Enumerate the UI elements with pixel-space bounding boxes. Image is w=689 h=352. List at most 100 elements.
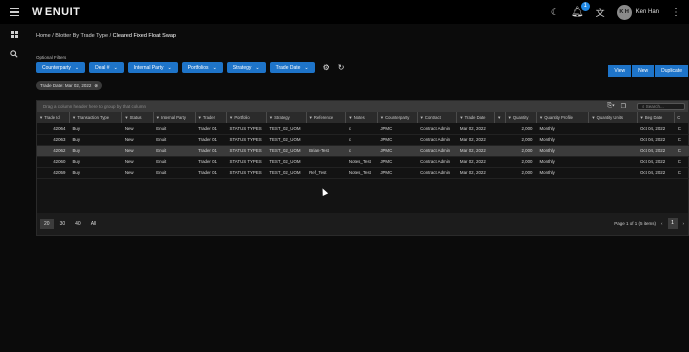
current-page-button[interactable]: 1 xyxy=(667,218,678,229)
chevron-right-icon[interactable]: › xyxy=(683,221,685,226)
table-cell: C xyxy=(674,123,689,135)
page-size-option[interactable]: 40 xyxy=(71,219,85,229)
duplicate-button[interactable]: Duplicate xyxy=(655,65,688,77)
notifications-bell-icon[interactable]: 🔔︎ 1 xyxy=(571,1,590,18)
export-icon[interactable]: ⎘▾ xyxy=(607,103,614,110)
breadcrumb-blotter[interactable]: Blotter By Trade Type xyxy=(55,33,108,39)
table-cell xyxy=(494,156,506,168)
refresh-icon[interactable]: ↻ xyxy=(338,63,345,72)
column-header[interactable]: ▼ Internal Party xyxy=(153,112,196,123)
table-cell xyxy=(306,123,346,135)
menu-icon[interactable] xyxy=(0,0,28,24)
counterparty-filter-button[interactable]: Counterparty ⌄ xyxy=(36,62,86,73)
table-cell: Oct 04, 2022 xyxy=(637,156,675,168)
group-panel[interactable]: Drag a column header here to group by th… xyxy=(37,101,688,112)
table-row[interactable]: 42059 Buy New Enuit Trader 01 STATUS TYPES TES… xyxy=(37,167,689,179)
filter-label: Deal # xyxy=(95,64,110,71)
more-vert-icon[interactable]: ⋮ xyxy=(671,7,681,18)
column-header[interactable]: ▼ Trader xyxy=(195,112,228,123)
grid-search-input[interactable]: ⌕ Search... xyxy=(637,103,685,110)
table-cell: JPMC xyxy=(377,156,418,168)
column-header[interactable]: ▼ Contract xyxy=(417,112,458,123)
table-cell: C xyxy=(674,156,689,168)
column-header[interactable]: C xyxy=(674,112,689,123)
chevron-left-icon[interactable]: ‹ xyxy=(661,221,663,226)
trade-date-chip[interactable]: Trade Date: Mar 02, 2022 ⊗ xyxy=(36,81,103,90)
grid-tools: ⎘▾ ❐ xyxy=(607,103,626,110)
page-size-option[interactable]: 30 xyxy=(56,219,70,229)
column-header[interactable]: ▼ Trade Id xyxy=(37,112,70,123)
strategy-filter-button[interactable]: Strategy ⌄ xyxy=(226,62,266,73)
table-cell: Contract Admin xyxy=(417,123,457,135)
table-cell xyxy=(588,167,638,179)
table-cell: Mar 02, 2022 xyxy=(456,145,495,157)
table-cell xyxy=(306,134,346,146)
filter-label: Internal Party xyxy=(133,64,164,71)
table-cell: New xyxy=(121,156,154,168)
brand-name: ENUIT xyxy=(44,6,81,18)
table-cell: Contract Admin xyxy=(417,145,457,157)
page-size-option[interactable]: 20 xyxy=(40,219,54,229)
table-cell: Buy xyxy=(69,156,122,168)
internal-party-filter-button[interactable]: Internal Party ⌄ xyxy=(127,62,178,73)
trade-date-filter-button[interactable]: Trade Date ⌄ xyxy=(269,62,315,73)
column-header[interactable]: ▼ Counterparty xyxy=(377,112,418,123)
table-row[interactable]: 42063 Buy New Enuit Trader 01 STATUS TYPES TES… xyxy=(37,134,689,146)
table-row[interactable]: 42060 Buy New Enuit Trader 01 STATUS TYPES TES… xyxy=(37,156,689,168)
table-cell: STATUS TYPES xyxy=(226,167,267,179)
column-header[interactable]: ▼ Quantity xyxy=(505,112,537,123)
settings-gear-icon[interactable]: ⚙ xyxy=(323,63,330,72)
column-label: Trade Date xyxy=(464,115,486,120)
table-cell: Monthly xyxy=(536,167,589,179)
filter-icon[interactable]: ▼ xyxy=(497,115,501,120)
column-header[interactable]: ▼ Strategy xyxy=(266,112,307,123)
chevron-down-icon: ⌄ xyxy=(304,64,309,71)
new-button[interactable]: New xyxy=(632,65,655,77)
column-header[interactable]: ▼ Transaction Type xyxy=(69,112,123,123)
table-cell: Mar 02, 2022 xyxy=(456,123,495,135)
user-name[interactable]: Ken Han xyxy=(636,9,659,15)
table-cell: TEST_02_UOM xyxy=(266,145,307,157)
column-header[interactable]: ▼ Notes xyxy=(345,112,378,123)
table-row[interactable]: 42062 Buy New Enuit Trader 01 STATUS TYPES TES… xyxy=(37,145,689,157)
brand-logo[interactable]: W ENUIT xyxy=(32,6,80,18)
table-cell: Monthly xyxy=(536,156,589,168)
theme-moon-icon[interactable]: ☾ xyxy=(551,7,559,18)
deal-filter-button[interactable]: Deal # ⌄ xyxy=(89,62,124,73)
column-header[interactable]: ▼ Beg Date xyxy=(637,112,676,123)
table-cell xyxy=(306,156,346,168)
avatar[interactable]: K H xyxy=(616,4,632,20)
copy-icon[interactable]: ❐ xyxy=(621,103,626,110)
column-header[interactable]: ▼ Status xyxy=(121,112,154,123)
table-cell: STATUS TYPES xyxy=(226,134,267,146)
breadcrumb-home[interactable]: Home xyxy=(36,33,51,39)
table-cell: Trader 01 xyxy=(195,156,227,168)
table-cell: Enuit xyxy=(153,167,196,179)
column-label: C xyxy=(677,115,681,120)
translate-icon[interactable]: 文 xyxy=(596,6,605,19)
table-cell: 42063 xyxy=(37,134,70,146)
view-button[interactable]: View xyxy=(608,65,632,77)
filter-label: Trade Date xyxy=(275,64,301,71)
table-row[interactable]: 42064 Buy New Enuit Trader 01 STATUS TYPES TES… xyxy=(37,123,689,135)
portfolios-filter-button[interactable]: Portfolios ⌄ xyxy=(181,62,223,73)
dashboard-grid-icon[interactable] xyxy=(0,24,28,44)
column-label: Beg Date xyxy=(644,115,663,120)
table-cell: Contract Admin xyxy=(417,167,457,179)
column-label: Quantity xyxy=(512,115,529,120)
column-header[interactable]: ▼ Reference xyxy=(306,112,347,123)
chevron-down-icon: ⌄ xyxy=(255,64,260,71)
column-header[interactable]: ▼ Trade Date xyxy=(456,112,496,123)
search-icon[interactable] xyxy=(0,44,28,64)
column-header[interactable]: ▼ Portfolio xyxy=(226,112,267,123)
close-icon[interactable]: ⊗ xyxy=(94,83,98,89)
table-cell: c xyxy=(345,145,378,157)
table-cell: Monthly xyxy=(536,145,589,157)
column-label: Counterparty xyxy=(385,115,410,120)
column-header[interactable]: ▼ Quantity Units xyxy=(588,112,638,123)
filter-bar: Counterparty ⌄ Deal # ⌄ Internal Party ⌄ Po… xyxy=(36,62,345,73)
column-header[interactable]: ▼ Quantity Profile xyxy=(536,112,590,123)
table-cell: c xyxy=(345,123,378,135)
page-size-option[interactable]: All xyxy=(87,219,101,229)
column-header[interactable]: ▼ xyxy=(494,112,506,123)
